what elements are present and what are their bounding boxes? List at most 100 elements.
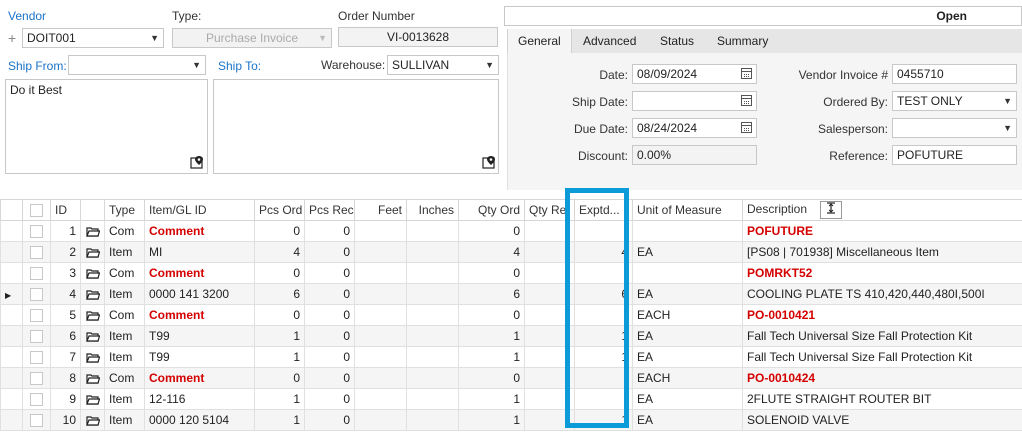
cell-qty-ord[interactable]: 0 [458, 220, 525, 242]
cell-inches[interactable] [406, 283, 459, 305]
discount-field[interactable]: 0.00% [632, 145, 757, 165]
calendar-icon[interactable] [741, 68, 752, 79]
table-row[interactable]: 9 Item 12-116 1 0 1 EA 2FLUTE STRAIGHT ROUTER B… [0, 388, 1022, 410]
col-feet[interactable]: Feet [354, 199, 407, 221]
cell-feet[interactable] [354, 367, 407, 389]
cell-description[interactable]: POMRKT52 [742, 262, 1022, 284]
cell-inches[interactable] [406, 388, 459, 410]
cell-uom[interactable] [632, 220, 743, 242]
cell-feet[interactable] [354, 241, 407, 263]
row-checkbox[interactable] [22, 388, 51, 410]
row-checkbox[interactable] [22, 409, 51, 431]
folder-icon[interactable] [80, 262, 105, 284]
cell-uom[interactable]: EACH [632, 367, 743, 389]
cell-feet[interactable] [354, 262, 407, 284]
vendor-invoice-field[interactable]: 0455710 [892, 64, 1017, 84]
cell-uom[interactable]: EA [632, 388, 743, 410]
cell-feet[interactable] [354, 304, 407, 326]
calendar-icon[interactable] [741, 95, 752, 106]
cell-feet[interactable] [354, 325, 407, 347]
folder-icon[interactable] [80, 325, 105, 347]
cell-feet[interactable] [354, 346, 407, 368]
select-all-checkbox[interactable] [30, 204, 43, 218]
row-checkbox[interactable] [22, 367, 51, 389]
map-pin-icon[interactable] [482, 155, 496, 169]
cell-feet[interactable] [354, 388, 407, 410]
reference-field[interactable]: POFUTURE [892, 145, 1017, 165]
cell-feet[interactable] [354, 220, 407, 242]
cell-description[interactable]: [PS08 | 701938] Miscellaneous Item [742, 241, 1022, 263]
cell-qty-ord[interactable]: 1 [458, 346, 525, 368]
row-checkbox-box[interactable] [30, 246, 43, 260]
cell-description[interactable]: POFUTURE [742, 220, 1022, 242]
row-checkbox[interactable] [22, 325, 51, 347]
cell-pcs-ord[interactable]: 1 [254, 325, 305, 347]
cell-uom[interactable] [632, 262, 743, 284]
ship-from-select[interactable]: ▼ [68, 55, 206, 75]
cell-pcs-ord[interactable]: 0 [254, 220, 305, 242]
cell-item[interactable]: 12-116 [144, 388, 255, 410]
cell-inches[interactable] [406, 241, 459, 263]
cell-description[interactable]: PO-0010421 [742, 304, 1022, 326]
cell-pcs-ord[interactable]: 0 [254, 304, 305, 326]
row-checkbox-box[interactable] [30, 267, 43, 281]
cell-item[interactable]: Comment [144, 367, 255, 389]
table-row[interactable]: 1 Com Comment 0 0 0 POFUTURE [0, 220, 1022, 242]
cell-inches[interactable] [406, 367, 459, 389]
cell-item[interactable]: T99 [144, 325, 255, 347]
ship-date-field[interactable] [632, 91, 757, 111]
cell-inches[interactable] [406, 346, 459, 368]
cell-uom[interactable]: EA [632, 283, 743, 305]
folder-icon[interactable] [80, 346, 105, 368]
cell-inches[interactable] [406, 325, 459, 347]
cell-feet[interactable] [354, 409, 407, 431]
date-field[interactable]: 08/09/2024 [632, 64, 757, 84]
row-checkbox-box[interactable] [30, 351, 43, 365]
col-type[interactable]: Type [104, 199, 145, 221]
folder-icon[interactable] [80, 367, 105, 389]
cell-pcs-rec[interactable]: 0 [304, 388, 355, 410]
cell-uom[interactable]: EA [632, 325, 743, 347]
cell-pcs-rec[interactable]: 0 [304, 409, 355, 431]
ordered-by-select[interactable]: TEST ONLY ▼ [892, 91, 1017, 111]
cell-item[interactable]: T99 [144, 346, 255, 368]
map-pin-icon[interactable] [190, 155, 204, 169]
row-checkbox-box[interactable] [30, 372, 43, 386]
type-select[interactable]: Purchase Invoice ▼ [172, 28, 332, 48]
cell-description[interactable]: PO-0010424 [742, 367, 1022, 389]
col-inches[interactable]: Inches [406, 199, 459, 221]
row-checkbox[interactable] [22, 346, 51, 368]
salesperson-select[interactable]: ▼ [892, 118, 1017, 138]
cell-pcs-rec[interactable]: 0 [304, 304, 355, 326]
cell-qty-ord[interactable]: 4 [458, 241, 525, 263]
table-row[interactable]: 3 Com Comment 0 0 0 POMRKT52 [0, 262, 1022, 284]
cell-item[interactable]: MI [144, 241, 255, 263]
cell-qty-ord[interactable]: 0 [458, 367, 525, 389]
row-checkbox[interactable] [22, 304, 51, 326]
table-row[interactable]: 10 Item 0000 120 5104 1 0 1 1 EA SOLENOID VALVE [0, 409, 1022, 431]
cell-pcs-ord[interactable]: 0 [254, 367, 305, 389]
cell-uom[interactable]: EA [632, 241, 743, 263]
col-pcs-ord[interactable]: Pcs Ord [254, 199, 305, 221]
cell-pcs-ord[interactable]: 1 [254, 388, 305, 410]
cell-pcs-ord[interactable]: 0 [254, 262, 305, 284]
col-qty-ord[interactable]: Qty Ord [458, 199, 525, 221]
folder-icon[interactable] [80, 283, 105, 305]
table-row[interactable]: 2 Item MI 4 0 4 4 EA [PS08 | 701938] Miscellaneo… [0, 241, 1022, 263]
cell-item[interactable]: Comment [144, 262, 255, 284]
cell-feet[interactable] [354, 283, 407, 305]
vendor-select[interactable]: DOIT001 ▼ [22, 28, 164, 48]
cell-pcs-rec[interactable]: 0 [304, 241, 355, 263]
cell-inches[interactable] [406, 220, 459, 242]
ship-from-address[interactable]: Do it Best [5, 79, 208, 174]
cell-pcs-rec[interactable]: 0 [304, 220, 355, 242]
cell-description[interactable]: SOLENOID VALVE [742, 409, 1022, 431]
order-number-field[interactable]: VI-0013628 [338, 27, 498, 47]
cell-qty-ord[interactable]: 0 [458, 304, 525, 326]
tab-general[interactable]: General [507, 29, 572, 53]
table-row[interactable]: ▶ 4 Item 0000 141 3200 6 0 6 6 EA COOLING PLATE T… [0, 283, 1022, 305]
cell-inches[interactable] [406, 262, 459, 284]
ship-from-label[interactable]: Ship From: [8, 59, 67, 73]
cell-pcs-ord[interactable]: 1 [254, 409, 305, 431]
cell-item[interactable]: 0000 141 3200 [144, 283, 255, 305]
